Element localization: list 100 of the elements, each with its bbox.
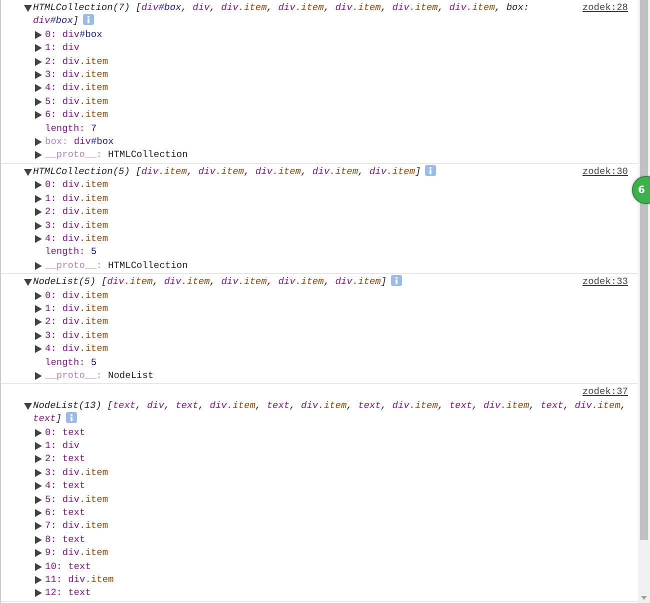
- property-value: 5: [90, 356, 97, 369]
- property-key: 2:: [45, 54, 56, 68]
- property-key: box:: [45, 135, 68, 148]
- collapsed-arrow-icon[interactable]: [35, 234, 42, 243]
- collapsed-arrow-icon[interactable]: [35, 509, 42, 518]
- property-key: 0:: [45, 426, 56, 439]
- object-summary: HTMLCollection(5) [div.item, div.item, div.item, div.item, div.item]: [33, 164, 572, 178]
- property-value: HTMLCollection: [108, 258, 188, 272]
- collapsed-arrow-icon[interactable]: [35, 71, 42, 80]
- collapsed-arrow-icon[interactable]: [35, 181, 42, 190]
- property-key: __proto__:: [45, 258, 102, 272]
- property-value: div.item: [62, 302, 108, 316]
- property-key: 9:: [45, 546, 56, 560]
- collapsed-arrow-icon[interactable]: [35, 496, 42, 504]
- property-value: div.item: [62, 342, 108, 356]
- property-value: div.item: [62, 68, 108, 82]
- property-key: 4:: [45, 342, 56, 356]
- property-key: 0:: [45, 178, 56, 192]
- collapsed-arrow-icon[interactable]: [35, 44, 42, 52]
- property-value: div.item: [62, 315, 108, 329]
- collapsed-arrow-icon[interactable]: [35, 304, 42, 313]
- property-value: div.item: [62, 466, 108, 480]
- collapsed-arrow-icon[interactable]: [35, 151, 42, 160]
- property-key: 0:: [45, 288, 56, 302]
- property-value: div#box: [74, 135, 114, 148]
- property-value: div.item: [62, 108, 108, 122]
- property-key: 10:: [45, 560, 62, 574]
- property-key: 2:: [45, 452, 56, 466]
- expanded-arrow-icon[interactable]: [24, 402, 32, 410]
- collapsed-arrow-icon[interactable]: [35, 442, 42, 450]
- property-key: 2:: [45, 205, 56, 218]
- property-key: __proto__:: [45, 368, 102, 382]
- property-key: length:: [45, 356, 85, 369]
- property-value: div.item: [62, 192, 108, 206]
- collapsed-arrow-icon[interactable]: [35, 332, 42, 340]
- collapsed-arrow-icon[interactable]: [35, 111, 42, 120]
- collapsed-arrow-icon[interactable]: [35, 138, 42, 146]
- property-value: div.item: [62, 81, 108, 95]
- property-value: text: [62, 452, 86, 466]
- collapsed-arrow-icon[interactable]: [35, 428, 42, 437]
- property-key: 11:: [45, 573, 62, 586]
- collapsed-arrow-icon[interactable]: [35, 482, 42, 490]
- collapsed-arrow-icon[interactable]: [35, 345, 42, 354]
- collapsed-arrow-icon[interactable]: [35, 222, 42, 230]
- property-value: text: [62, 479, 86, 493]
- collapsed-arrow-icon[interactable]: [35, 549, 42, 558]
- collapsed-arrow-icon[interactable]: [35, 589, 42, 598]
- property-value: div.item: [68, 573, 114, 586]
- property-value: div.item: [62, 288, 108, 302]
- collapsed-arrow-icon[interactable]: [35, 318, 42, 326]
- property-key: 3:: [45, 328, 56, 342]
- property-value: div.item: [62, 178, 108, 192]
- collapsed-arrow-icon[interactable]: [35, 468, 42, 477]
- property-key: 1:: [45, 439, 56, 452]
- property-key: 5:: [45, 492, 56, 506]
- collapsed-arrow-icon[interactable]: [35, 576, 42, 584]
- property-value: div: [62, 439, 80, 452]
- collapsed-arrow-icon[interactable]: [35, 262, 42, 270]
- scrollbar[interactable]: [638, 0, 650, 603]
- property-value: div.item: [62, 328, 108, 342]
- object-summary: NodeList(5) [div.item, div.item, div.item, div.item, div.item]: [33, 275, 572, 289]
- property-key: length:: [45, 245, 85, 259]
- collapsed-arrow-icon[interactable]: [35, 98, 42, 106]
- collapsed-arrow-icon[interactable]: [35, 562, 42, 571]
- property-key: 1:: [45, 302, 56, 316]
- property-key: 1:: [45, 192, 56, 206]
- source-link[interactable]: zodek:28: [582, 1, 628, 14]
- property-value: div#box: [62, 28, 102, 42]
- property-value: div.item: [62, 218, 108, 232]
- property-value: text: [62, 532, 86, 546]
- property-value: text: [68, 586, 91, 600]
- source-link[interactable]: zodek:30: [582, 164, 628, 178]
- property-key: 6:: [45, 108, 56, 122]
- property-key: 1:: [45, 41, 56, 55]
- collapsed-arrow-icon[interactable]: [35, 536, 42, 544]
- collapsed-arrow-icon[interactable]: [35, 208, 42, 216]
- collapsed-arrow-icon[interactable]: [35, 30, 42, 39]
- property-key: 4:: [45, 232, 56, 246]
- property-value: text: [62, 426, 86, 439]
- collapsed-arrow-icon[interactable]: [35, 194, 42, 203]
- source-link[interactable]: zodek:37: [582, 385, 628, 399]
- scrollbar-thumb[interactable]: [640, 0, 648, 540]
- property-key: 2:: [45, 315, 56, 329]
- expanded-arrow-icon[interactable]: [24, 168, 32, 176]
- collapsed-arrow-icon[interactable]: [35, 292, 42, 300]
- property-key: 0:: [45, 28, 56, 42]
- object-summary: HTMLCollection(7) [div#box, div, div.item, div.item, div.item, div.item, div.item, box: div#box]: [33, 1, 530, 28]
- collapsed-arrow-icon[interactable]: [35, 522, 42, 530]
- collapsed-arrow-icon[interactable]: [35, 455, 42, 464]
- source-link[interactable]: zodek:33: [582, 275, 628, 289]
- property-key: 3:: [45, 68, 56, 82]
- object-summary: NodeList(13) [text, div, text, div.item, text, div.item, text, div.item, text, div.item, text, div.item, text]: [33, 398, 628, 426]
- collapsed-arrow-icon[interactable]: [35, 84, 42, 92]
- expanded-arrow-icon[interactable]: [24, 279, 32, 286]
- property-key: 3:: [45, 466, 56, 480]
- expanded-arrow-icon[interactable]: [24, 5, 32, 12]
- property-value: div.item: [62, 519, 108, 533]
- collapsed-arrow-icon[interactable]: [35, 58, 42, 66]
- property-value: div.item: [62, 205, 108, 218]
- collapsed-arrow-icon[interactable]: [35, 372, 42, 380]
